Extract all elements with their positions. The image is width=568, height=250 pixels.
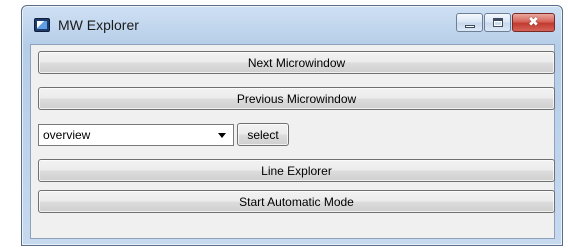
start-automatic-mode-button[interactable]: Start Automatic Mode <box>38 190 555 213</box>
minimize-icon <box>465 25 475 28</box>
microwindow-dropdown[interactable]: overview <box>38 123 234 146</box>
microwindow-selector-row: overview select <box>38 123 289 146</box>
close-icon: ✖ <box>528 15 539 30</box>
chevron-down-icon[interactable] <box>218 132 226 138</box>
window-title: MW Explorer <box>58 17 139 33</box>
line-explorer-button[interactable]: Line Explorer <box>38 159 555 182</box>
app-window-icon[interactable] <box>34 18 50 32</box>
mw-explorer-window: MW Explorer ✖ Next Microwindow Previous … <box>21 5 563 246</box>
maximize-button[interactable] <box>484 13 511 32</box>
next-microwindow-button[interactable]: Next Microwindow <box>38 51 555 74</box>
previous-microwindow-button[interactable]: Previous Microwindow <box>38 87 555 110</box>
title-bar[interactable]: MW Explorer ✖ <box>22 6 562 44</box>
maximize-icon <box>493 18 503 27</box>
close-button[interactable]: ✖ <box>512 13 555 32</box>
client-area: Next Microwindow Previous Microwindow ov… <box>30 44 555 239</box>
select-button[interactable]: select <box>237 123 289 146</box>
minimize-button[interactable] <box>456 13 483 32</box>
caption-buttons: ✖ <box>456 13 555 32</box>
dropdown-value: overview <box>43 127 91 142</box>
